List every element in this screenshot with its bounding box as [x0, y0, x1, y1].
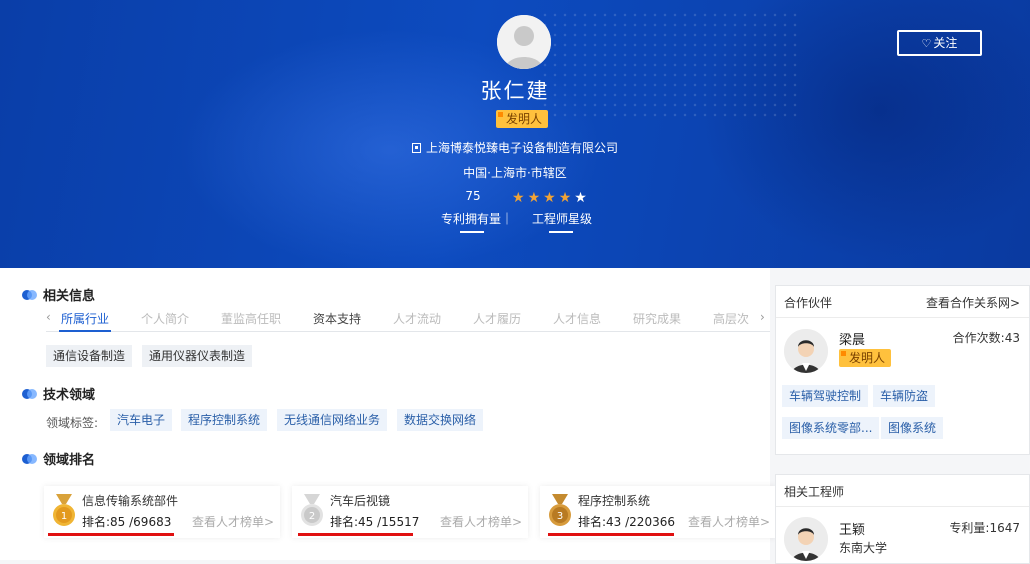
male-user-icon: [784, 329, 828, 373]
view-talent-list-link[interactable]: 查看人才榜单>: [688, 513, 770, 530]
follow-button[interactable]: ♡ 关注: [897, 30, 982, 56]
partner-name[interactable]: 梁晨: [839, 329, 865, 348]
tab-bio[interactable]: 个人简介: [141, 310, 189, 327]
ranking-field: 程序控制系统: [578, 494, 651, 508]
field-tags-label: 领域标签:: [46, 416, 99, 430]
svg-text:3: 3: [557, 511, 563, 522]
industry-tag[interactable]: 通用仪器仪表制造: [142, 345, 253, 367]
star-icon: ★: [543, 190, 559, 206]
engineer-avatar[interactable]: [784, 517, 828, 561]
building-icon: [411, 143, 421, 153]
partners-title: 合作伙伴: [784, 296, 833, 310]
related-engineers-panel: 相关工程师 王颖 东南大学 专利量:1647: [775, 474, 1030, 564]
engineer-level-label[interactable]: 工程师星级: [532, 210, 592, 227]
section-bullet-icon: [22, 454, 37, 464]
tab-industry[interactable]: 所属行业: [61, 310, 109, 327]
ranking-value: 排名:85 /69683: [82, 515, 172, 529]
profile-header: 张仁建 发明人 上海博泰悦臻电子设备制造有限公司 中国·上海市·市辖区 75 ★…: [0, 0, 1030, 268]
bronze-medal-icon: 3: [549, 494, 571, 526]
stat-underline: [549, 231, 573, 233]
section-title-text: 领域排名: [43, 453, 96, 468]
active-tab-indicator: [59, 330, 111, 332]
ranking-value: 排名:45 /15517: [330, 515, 420, 529]
svg-text:1: 1: [61, 511, 67, 522]
divider: [776, 506, 1029, 507]
follow-label: 关注: [933, 36, 958, 50]
male-user-icon: [784, 517, 828, 561]
related-engineers-title: 相关工程师: [784, 485, 845, 499]
star-icon: ★: [527, 190, 544, 206]
section-title-related: 相关信息: [22, 285, 95, 304]
profile-name: 张仁建: [480, 79, 550, 103]
ranking-field: 汽车后视镜: [330, 494, 391, 508]
section-bullet-icon: [22, 389, 37, 399]
stat-underline: [460, 231, 484, 233]
partner-avatar[interactable]: [784, 329, 828, 373]
ranking-value: 排名:43 /220366: [578, 515, 675, 529]
section-title-ranking: 领域排名: [22, 449, 95, 468]
default-user-icon: [497, 15, 551, 69]
tech-tag[interactable]: 数据交换网络: [397, 409, 484, 431]
tab-research[interactable]: 研究成果: [633, 310, 681, 327]
view-talent-list-link[interactable]: 查看人才榜单>: [192, 513, 274, 530]
star-icon: ★: [574, 190, 590, 206]
cooperation-count: 合作次数:43: [952, 331, 1020, 345]
tech-tag[interactable]: 汽车电子: [110, 409, 173, 431]
tab-executive[interactable]: 董监高任职: [221, 310, 281, 327]
tech-tag[interactable]: 程序控制系统: [181, 409, 268, 431]
company-label[interactable]: 上海博泰悦臻电子设备制造有限公司: [426, 141, 618, 155]
ranking-card: 2 汽车后视镜 排名:45 /15517 查看人才榜单>: [292, 486, 528, 538]
gold-medal-icon: 1: [53, 494, 75, 526]
location: 中国·上海市·市辖区: [463, 166, 567, 180]
tab-mobility[interactable]: 人才流动: [393, 310, 441, 327]
industry-tag[interactable]: 通信设备制造: [46, 345, 133, 367]
chevron-left-icon[interactable]: ‹: [46, 310, 51, 324]
ranking-card: 3 程序控制系统 排名:43 /220366 查看人才榜单>: [540, 486, 776, 538]
tab-high-level[interactable]: 高层次: [713, 310, 749, 327]
star-icon: ★: [512, 190, 528, 206]
highlight-underline: [548, 533, 674, 536]
ranking-card: 1 信息传输系统部件 排名:85 /69683 查看人才榜单>: [44, 486, 280, 538]
partner-tag[interactable]: 车辆防盗: [873, 385, 936, 407]
highlight-underline: [298, 533, 413, 536]
partner-tag[interactable]: 图像系统零部...: [782, 417, 880, 439]
star-icon: ★: [558, 190, 575, 206]
divider: [776, 317, 1029, 318]
patent-count-label[interactable]: 专利拥有量｜: [441, 210, 513, 227]
svg-text:2: 2: [309, 511, 315, 522]
engineer-star-rating: ★★★★★: [512, 190, 590, 206]
engineer-school: 东南大学: [839, 541, 888, 555]
silver-medal-icon: 2: [301, 494, 323, 526]
inventor-badge: 发明人: [839, 349, 892, 367]
highlight-underline: [48, 533, 174, 536]
section-title-tech: 技术领域: [22, 384, 95, 403]
main-content: 相关信息 ‹ 所属行业 个人简介 董监高任职 资本支持 人才流动 人才履历 人才…: [0, 268, 776, 560]
partners-panel: 合作伙伴 查看合作关系网> 梁晨 发明人 合作次数:43 车辆驾驶控制 车辆防盗…: [775, 285, 1030, 455]
tab-talent-info[interactable]: 人才信息: [553, 310, 601, 327]
profile-avatar: [497, 15, 551, 69]
partner-tag[interactable]: 车辆驾驶控制: [782, 385, 869, 407]
section-title-text: 相关信息: [43, 289, 96, 304]
engineer-patent-count: 专利量:1647: [949, 521, 1020, 535]
inventor-badge: 发明人: [496, 110, 549, 128]
tech-tag[interactable]: 无线通信网络业务: [277, 409, 388, 431]
tab-resume[interactable]: 人才履历: [473, 310, 521, 327]
view-cooperation-network-link[interactable]: 查看合作关系网>: [926, 294, 1020, 311]
chevron-right-icon[interactable]: ›: [760, 310, 765, 324]
patent-count: 75: [465, 189, 481, 203]
ranking-field: 信息传输系统部件: [82, 494, 179, 508]
section-title-text: 技术领域: [43, 388, 96, 403]
heart-icon: ♡: [921, 37, 932, 50]
engineer-name[interactable]: 王颖: [839, 519, 865, 538]
partner-tag[interactable]: 图像系统: [881, 417, 944, 439]
company-name[interactable]: 上海博泰悦臻电子设备制造有限公司: [0, 139, 1030, 156]
related-info-tabs: ‹ 所属行业 个人简介 董监高任职 资本支持 人才流动 人才履历 人才信息 研究…: [46, 308, 770, 332]
section-bullet-icon: [22, 290, 37, 300]
tab-capital[interactable]: 资本支持: [313, 310, 361, 327]
view-talent-list-link[interactable]: 查看人才榜单>: [440, 513, 522, 530]
